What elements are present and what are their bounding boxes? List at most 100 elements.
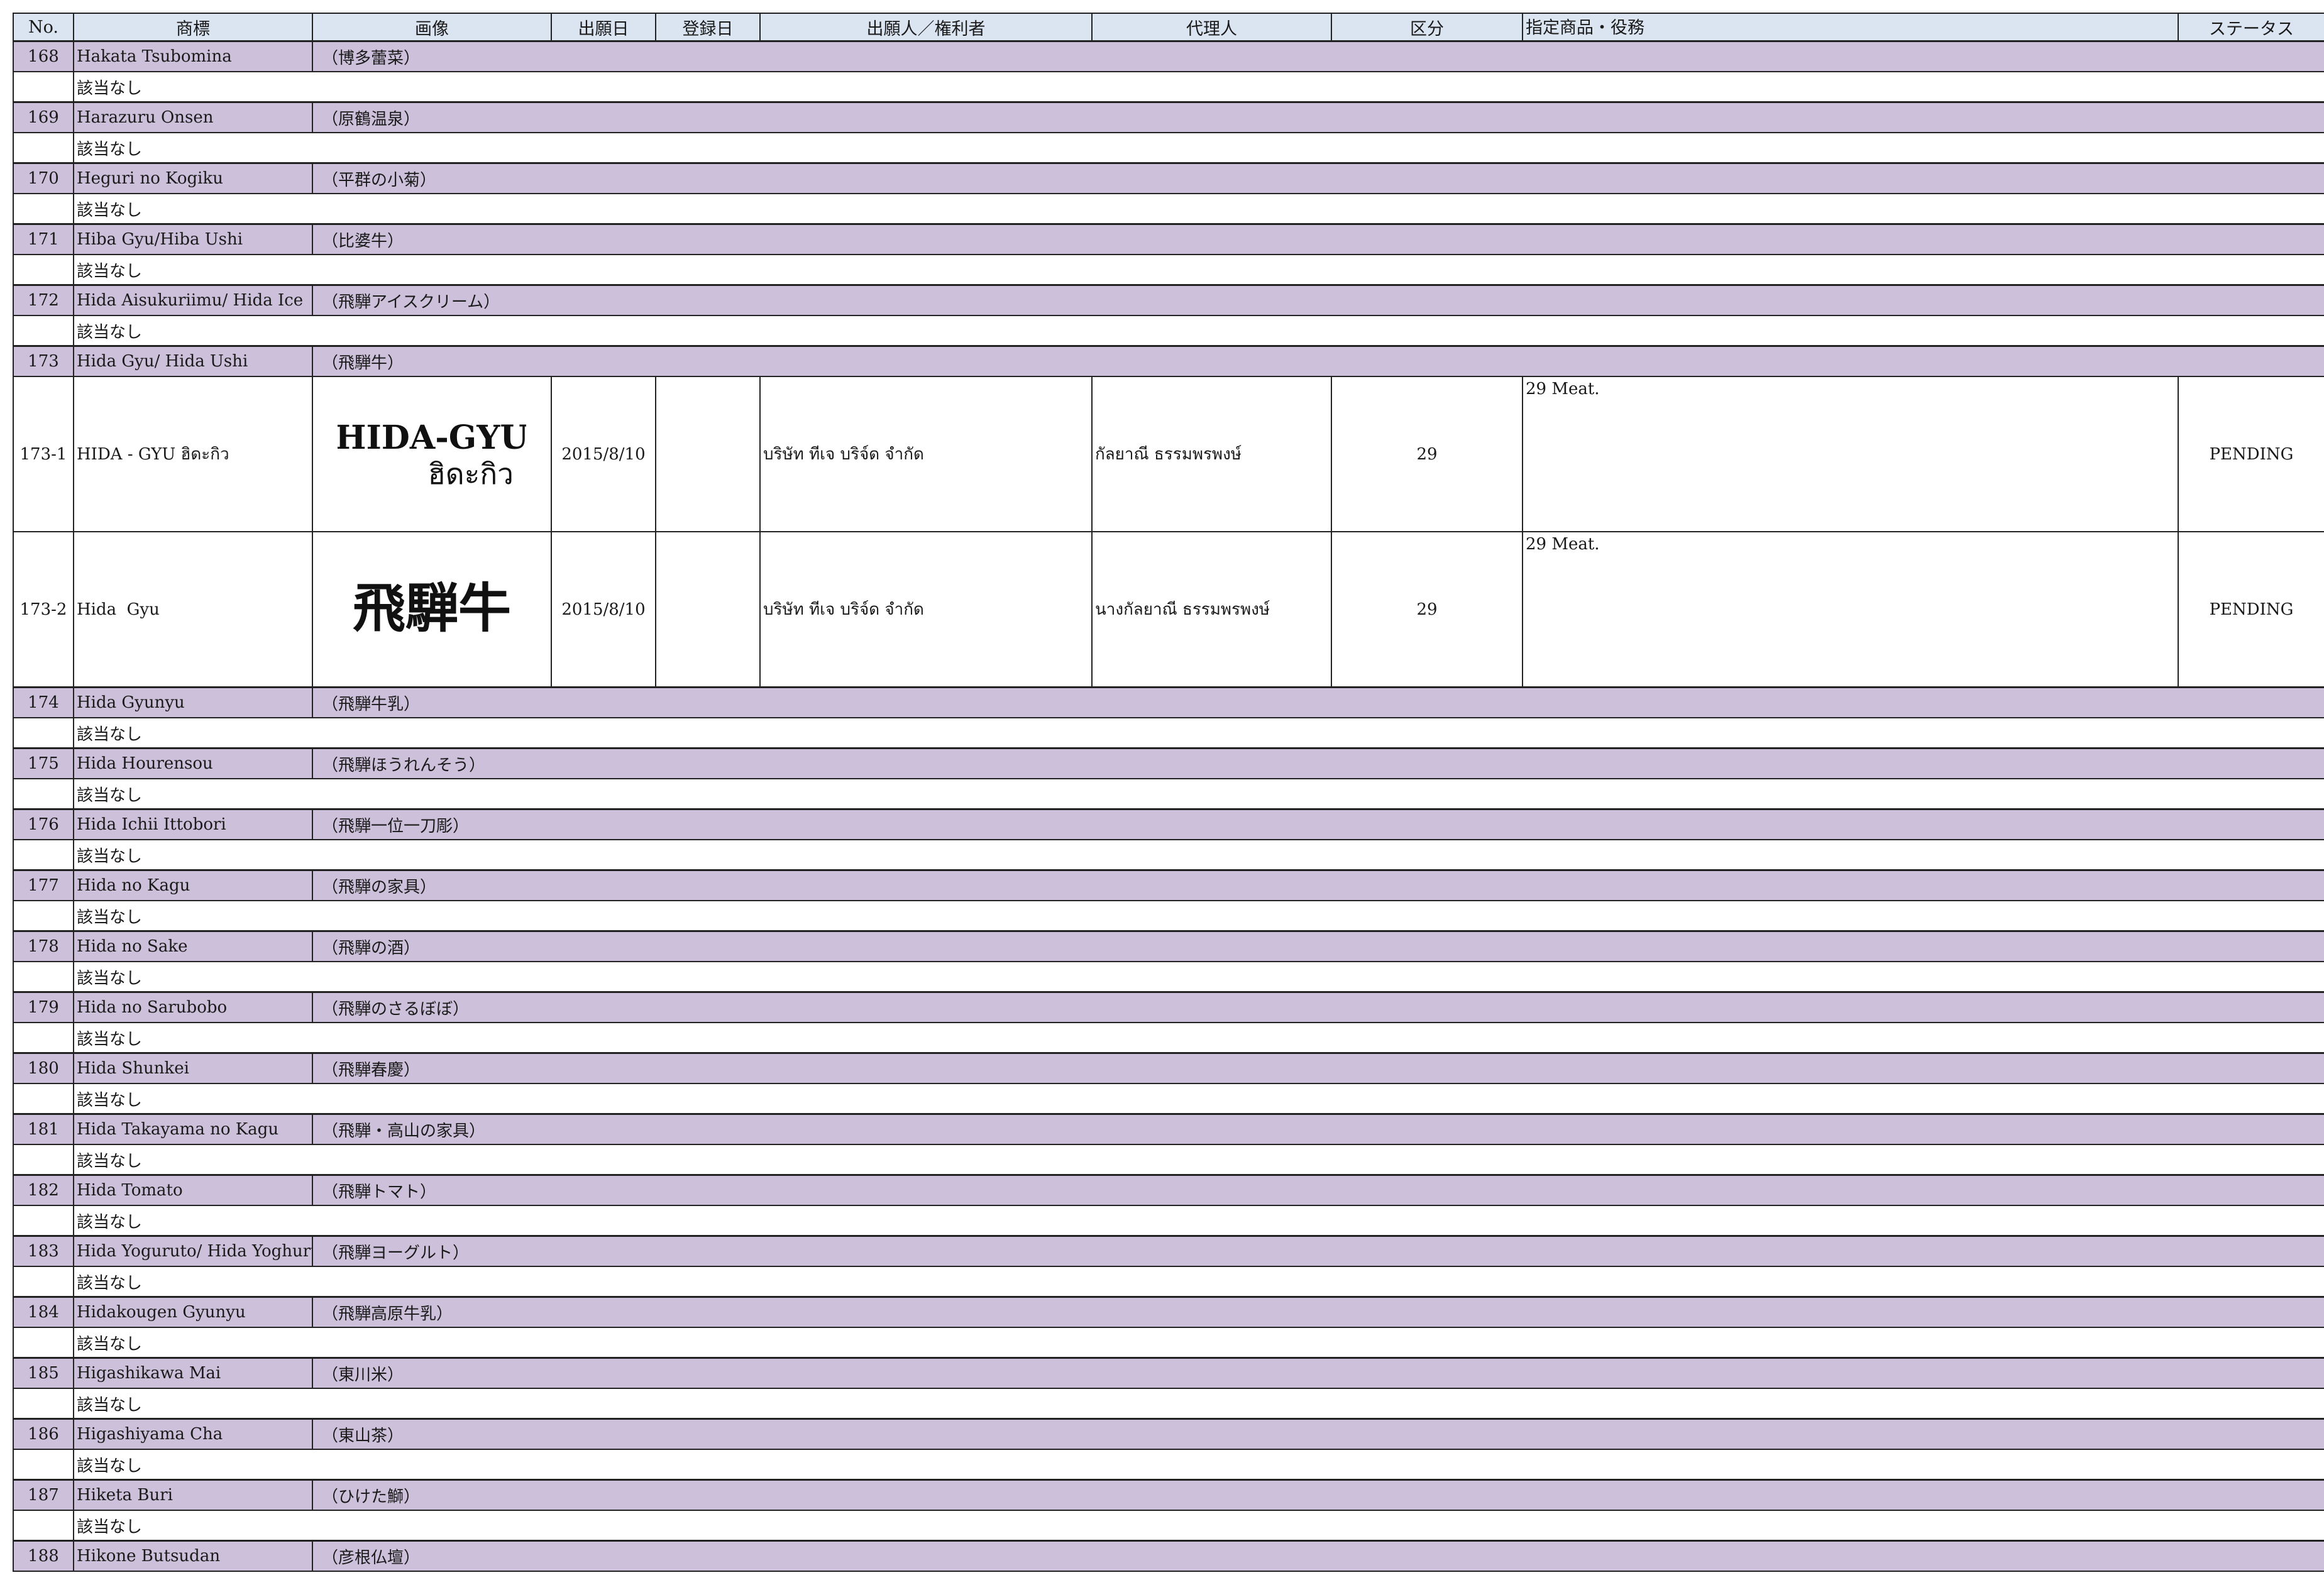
- empty-cell: [13, 1388, 74, 1420]
- japanese-name: （飛騨トマト）: [312, 1174, 2324, 1206]
- japanese-name: （飛騨アイスクリーム）: [312, 284, 2324, 316]
- not-applicable-note: 該当なし: [73, 961, 2324, 993]
- japanese-name: （飛騨ヨーグルト）: [312, 1235, 2324, 1267]
- row-number: 168: [13, 40, 74, 72]
- not-applicable-note: 該当なし: [73, 1022, 2324, 1054]
- not-applicable-note: 該当なし: [73, 839, 2324, 871]
- not-applicable-note: 該当なし: [73, 778, 2324, 810]
- detail-filing-date: 2015/8/10: [551, 531, 656, 688]
- row-number: 181: [13, 1113, 74, 1145]
- not-applicable-row: 該当なし: [13, 1266, 2324, 1298]
- romaji-name: Higashikawa Mai: [73, 1357, 313, 1389]
- not-applicable-row: 該当なし: [13, 1022, 2324, 1054]
- group-row: 186 Higashiyama Cha （東山茶）: [13, 1418, 2324, 1450]
- empty-cell: [13, 1510, 74, 1542]
- row-number: 178: [13, 930, 74, 962]
- row-number: 174: [13, 686, 74, 718]
- not-applicable-note: 該当なし: [73, 900, 2324, 932]
- not-applicable-row: 該当なし: [13, 1327, 2324, 1359]
- empty-cell: [13, 1205, 74, 1237]
- empty-cell: [13, 961, 74, 993]
- not-applicable-note: 該当なし: [73, 254, 2324, 286]
- romaji-name: Hikone Butsudan: [73, 1540, 313, 1572]
- not-applicable-row: 該当なし: [13, 839, 2324, 871]
- group-row: 168 Hakata Tsubomina （博多蕾菜）: [13, 40, 2324, 72]
- japanese-name: （彦根仏壇）: [312, 1540, 2324, 1572]
- empty-cell: [13, 1083, 74, 1115]
- not-applicable-note: 該当なし: [73, 717, 2324, 749]
- japanese-name: （博多蕾菜）: [312, 40, 2324, 72]
- japanese-name: （飛騨春慶）: [312, 1052, 2324, 1084]
- not-applicable-row: 該当なし: [13, 900, 2324, 932]
- row-number: 173: [13, 345, 74, 377]
- romaji-name: Hakata Tsubomina: [73, 40, 313, 72]
- not-applicable-note: 該当なし: [73, 1205, 2324, 1237]
- not-applicable-row: 該当なし: [13, 1144, 2324, 1176]
- group-row: 181 Hida Takayama no Kagu （飛騨・高山の家具）: [13, 1113, 2324, 1145]
- col-header-class: 区分: [1331, 13, 1523, 42]
- group-row: 173 Hida Gyu/ Hida Ushi （飛騨牛）: [13, 345, 2324, 377]
- detail-registration-date: [655, 376, 761, 532]
- empty-cell: [13, 778, 74, 810]
- not-applicable-row: 該当なし: [13, 193, 2324, 225]
- group-row: 183 Hida Yoguruto/ Hida Yoghurt （飛騨ヨーグルト）: [13, 1235, 2324, 1267]
- not-applicable-row: 該当なし: [13, 961, 2324, 993]
- col-header-no: No.: [13, 13, 74, 42]
- japanese-name: （東川米）: [312, 1357, 2324, 1389]
- japanese-name: （ひけた鰤）: [312, 1479, 2324, 1511]
- empty-cell: [13, 1022, 74, 1054]
- japanese-name: （原鶴温泉）: [312, 101, 2324, 133]
- japanese-name: （飛騨の家具）: [312, 869, 2324, 901]
- col-header-registration-date: 登録日: [655, 13, 761, 42]
- header-row: No. 商標 画像 出願日 登録日 出願人／権利者 代理人 区分 指定商品・役務…: [13, 13, 2324, 42]
- col-header-status: ステータス: [2178, 13, 2324, 42]
- not-applicable-row: 該当なし: [13, 71, 2324, 103]
- not-applicable-row: 該当なし: [13, 254, 2324, 286]
- japanese-name: （飛騨のさるぼぼ）: [312, 991, 2324, 1023]
- table-body-after: 174 Hida Gyunyu （飛騨牛乳） 該当なし 175 Hida Hourenso…: [13, 686, 2324, 1572]
- japanese-name: （飛騨高原牛乳）: [312, 1296, 2324, 1328]
- group-row: 175 Hida Hourensou （飛騨ほうれんそう）: [13, 747, 2324, 779]
- romaji-name: Heguri no Kogiku: [73, 162, 313, 194]
- table-body-before: 168 Hakata Tsubomina （博多蕾菜） 該当なし 169 Harazuru…: [13, 40, 2324, 347]
- row-number: 169: [13, 101, 74, 133]
- row-number: 176: [13, 808, 74, 840]
- empty-cell: [13, 839, 74, 871]
- not-applicable-note: 該当なし: [73, 1388, 2324, 1420]
- empty-cell: [13, 1266, 74, 1298]
- empty-cell: [13, 132, 74, 164]
- hida-gyu-kanji-logo-image: 飛騨牛: [353, 577, 511, 639]
- romaji-name: Hida Tomato: [73, 1174, 313, 1206]
- svg-text:飛騨牛: 飛騨牛: [353, 577, 511, 639]
- romaji-name: Hida Hourensou: [73, 747, 313, 779]
- detail-mark: Hida Gyu: [73, 531, 313, 688]
- detail-applicant: บริษัท ทีเจ บริจ์ด จำกัด: [759, 376, 1093, 532]
- row-number: 179: [13, 991, 74, 1023]
- not-applicable-row: 該当なし: [13, 1449, 2324, 1481]
- romaji-name: Hida no Kagu: [73, 869, 313, 901]
- row-number: 185: [13, 1357, 74, 1389]
- detail-goods: 29 Meat.: [1522, 531, 2179, 688]
- japanese-name: （飛騨牛乳）: [312, 686, 2324, 718]
- svg-text:HIDA-GYU: HIDA-GYU: [338, 419, 526, 457]
- row-number: 180: [13, 1052, 74, 1084]
- detail-goods: 29 Meat.: [1522, 376, 2179, 532]
- detail-status: PENDING: [2178, 376, 2324, 532]
- not-applicable-note: 該当なし: [73, 1144, 2324, 1176]
- svg-text:ฮิดะกิว: ฮิดะกิว: [428, 457, 514, 491]
- col-header-goods: 指定商品・役務: [1522, 13, 2179, 42]
- detail-status: PENDING: [2178, 531, 2324, 688]
- detail-mark: HIDA - GYU ฮิดะกิว: [73, 376, 313, 532]
- not-applicable-row: 該当なし: [13, 717, 2324, 749]
- detail-number: 173-1: [13, 376, 74, 532]
- detail-class: 29: [1331, 531, 1523, 688]
- japanese-name: （飛騨ほうれんそう）: [312, 747, 2324, 779]
- romaji-name: Hida Ichii Ittobori: [73, 808, 313, 840]
- row-number: 175: [13, 747, 74, 779]
- romaji-name: Harazuru Onsen: [73, 101, 313, 133]
- not-applicable-row: 該当なし: [13, 778, 2324, 810]
- not-applicable-row: 該当なし: [13, 1205, 2324, 1237]
- romaji-name: Hida Takayama no Kagu: [73, 1113, 313, 1145]
- hida-gyu-logo-image: HIDA-GYU ฮิดะกิว: [338, 419, 526, 491]
- row-number: 183: [13, 1235, 74, 1267]
